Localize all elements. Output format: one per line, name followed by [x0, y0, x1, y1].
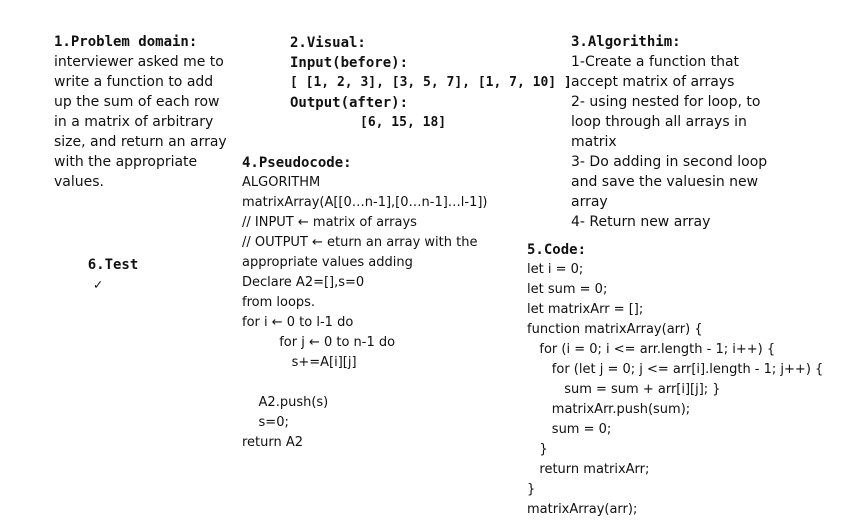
- problem-domain-line: write a function to add: [54, 74, 214, 90]
- algorithm-steps: 1-Create a function that accept matrix of…: [571, 52, 791, 232]
- code-line: let matrixArr = [];: [527, 302, 644, 317]
- problem-domain-line: with the appropriate: [54, 154, 198, 170]
- problem-domain-line: in a matrix of arbitrary: [54, 114, 214, 130]
- code-line: let i = 0;: [527, 262, 584, 277]
- algorithm-step: matrix: [571, 134, 617, 150]
- pseudocode-line: from loops.: [242, 295, 316, 310]
- problem-domain-heading: 1.Problem domain:: [54, 34, 198, 50]
- code-line: return matrixArr;: [527, 462, 650, 477]
- code-line: sum = 0;: [527, 422, 612, 437]
- output-value: [6, 15, 18]: [360, 115, 447, 130]
- pseudocode-line: Declare A2=[],s=0: [242, 275, 365, 290]
- pseudocode-lines: ALGORITHM matrixArray(A[[0…n-1],[0…n-1]…l…: [242, 173, 522, 453]
- pseudocode-line: for j ← 0 to n-1 do: [242, 335, 396, 350]
- code-line: }: [527, 442, 548, 457]
- test-section: 6.Test ✓: [54, 235, 139, 315]
- problem-domain-line: values.: [54, 174, 104, 190]
- problem-domain-text: interviewer asked me to write a function …: [54, 52, 239, 192]
- algorithm-step: array: [571, 194, 608, 210]
- algorithm-step: 1-Create a function that: [571, 54, 740, 70]
- code-line: let sum = 0;: [527, 282, 608, 297]
- pseudocode-line: // OUTPUT ← eturn an array with the: [242, 235, 478, 250]
- pseudocode-line: ALGORITHM: [242, 175, 321, 190]
- input-label: Input(before):: [290, 55, 409, 71]
- code-line: function matrixArray(arr) {: [527, 322, 703, 337]
- code-line: matrixArray(arr);: [527, 502, 638, 517]
- code-line: for (let j = 0; j <= arr[i].length - 1; …: [527, 362, 824, 377]
- problem-domain-line: size, and return an array: [54, 134, 227, 150]
- code-heading: 5.Code:: [527, 242, 587, 258]
- test-heading: 6.Test ✓: [54, 235, 139, 315]
- code-section: 5.Code: let i = 0; let sum = 0; let matrix…: [527, 240, 837, 520]
- code-line: sum = sum + arr[i][j]; }: [527, 382, 721, 397]
- algorithm-step: 2- using nested for loop, to: [571, 94, 761, 110]
- algorithm-heading: 3.Algorithim:: [571, 34, 681, 50]
- pseudocode-line: // INPUT ← matrix of arrays: [242, 215, 417, 230]
- pseudocode-line: appropriate values adding: [242, 255, 413, 270]
- pseudocode-line: matrixArray(A[[0…n-1],[0…n-1]…l-1]): [242, 195, 488, 210]
- code-line: }: [527, 482, 536, 497]
- problem-domain-line: up the sum of each row: [54, 94, 220, 110]
- pseudocode-line: return A2: [242, 435, 304, 450]
- output-label: Output(after):: [290, 95, 409, 111]
- algorithm-step: and save the valuesin new: [571, 174, 759, 190]
- input-value: [ [1, 2, 3], [3, 5, 7], [1, 7, 10] ]: [290, 75, 572, 90]
- pseudocode-line: A2.push(s): [242, 395, 329, 410]
- pseudocode-line: for i ← 0 to l-1 do: [242, 315, 354, 330]
- pseudocode-line: s+=A[i][j]: [242, 355, 357, 370]
- problem-domain-line: interviewer asked me to: [54, 54, 224, 70]
- algorithm-step: 3- Do adding in second loop: [571, 154, 768, 170]
- algorithm-section: 3.Algorithim: 1-Create a function that ac…: [571, 32, 791, 232]
- pseudocode-line: [242, 373, 522, 393]
- visual-section: 2.Visual: Input(before): [ [1, 2, 3], [3…: [290, 33, 572, 133]
- code-lines: let i = 0; let sum = 0; let matrixArr = []…: [527, 260, 837, 520]
- visual-heading: 2.Visual:: [290, 35, 366, 51]
- algorithm-step: accept matrix of arrays: [571, 74, 735, 90]
- problem-domain-section: 1.Problem domain: interviewer asked me t…: [54, 32, 239, 192]
- pseudocode-line: s=0;: [242, 415, 289, 430]
- test-heading-label: 6.Test: [87, 257, 139, 273]
- pseudocode-section: 4.Pseudocode: ALGORITHM matrixArray(A[[0……: [242, 153, 522, 453]
- code-line: for (i = 0; i <= arr.length - 1; i++) {: [527, 342, 776, 357]
- algorithm-step: 4- Return new array: [571, 214, 711, 230]
- checkmark-icon: ✓: [93, 277, 103, 293]
- algorithm-step: loop through all arrays in: [571, 114, 747, 130]
- code-line: matrixArr.push(sum);: [527, 402, 691, 417]
- pseudocode-heading: 4.Pseudocode:: [242, 155, 352, 171]
